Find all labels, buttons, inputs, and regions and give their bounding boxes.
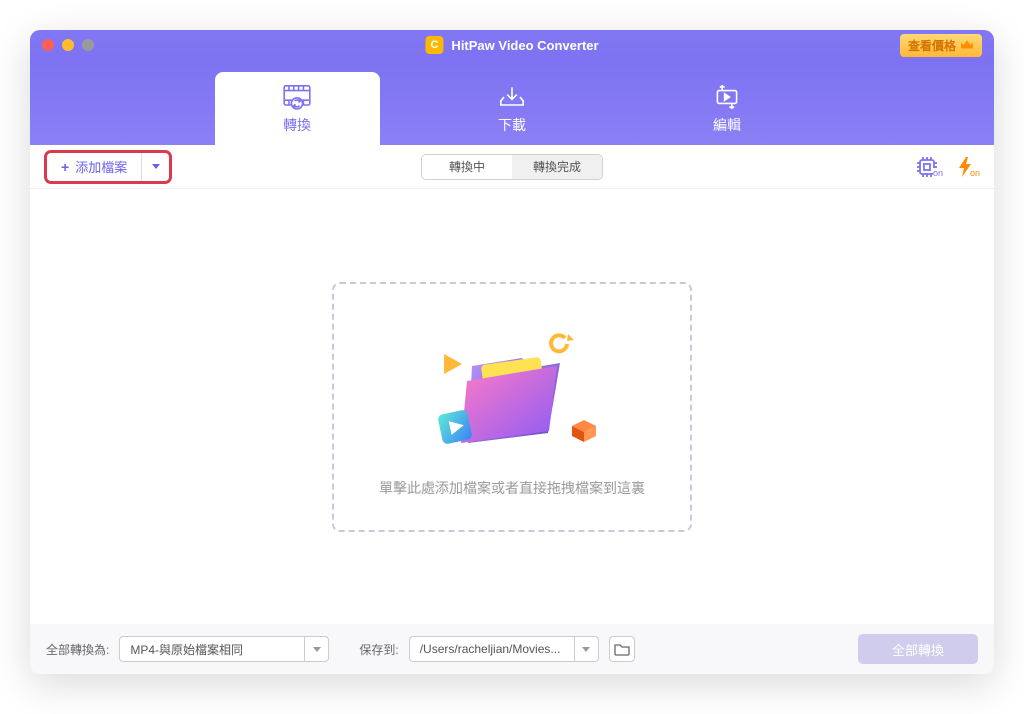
gpu-on-badge: on (933, 168, 943, 178)
format-dropdown-button[interactable] (304, 637, 328, 661)
tab-download-label: 下載 (498, 115, 526, 135)
gpu-toggle[interactable]: on (915, 156, 943, 178)
app-title-group: C HitPaw Video Converter (425, 36, 598, 54)
flash-toggle[interactable]: on (957, 156, 980, 178)
tab-download[interactable]: 下載 (430, 72, 595, 145)
plus-icon: + (61, 159, 69, 175)
drop-zone-text: 單擊此處添加檔案或者直接拖拽檔案到這裏 (379, 478, 645, 498)
add-file-label: 添加檔案 (75, 157, 127, 176)
titlebar: C HitPaw Video Converter 查看價格 (30, 30, 994, 60)
save-path-value: /Users/racheljian/Movies... (410, 642, 574, 656)
tab-edit[interactable]: 編輯 (645, 72, 810, 145)
add-file-group: + 添加檔案 (44, 150, 172, 184)
app-window: C HitPaw Video Converter 查看價格 轉換 (30, 30, 994, 674)
app-title: HitPaw Video Converter (451, 38, 598, 53)
open-folder-button[interactable] (609, 636, 635, 662)
maximize-window-button[interactable] (82, 39, 94, 51)
tab-convert-label: 轉換 (283, 115, 311, 135)
folder-illustration (412, 316, 612, 466)
convert-all-to-label: 全部轉換為: (46, 641, 109, 658)
add-file-dropdown[interactable] (141, 153, 169, 181)
chevron-down-icon (313, 647, 321, 652)
close-window-button[interactable] (42, 39, 54, 51)
view-price-button[interactable]: 查看價格 (900, 34, 982, 57)
footer: 全部轉換為: MP4-與原始檔案相同 保存到: /Users/racheljia… (30, 624, 994, 674)
convert-icon (281, 83, 313, 111)
app-logo-icon: C (425, 36, 443, 54)
seg-completed-button[interactable]: 轉換完成 (512, 155, 602, 179)
toolbar: + 添加檔案 轉換中 轉換完成 (30, 145, 994, 189)
minimize-window-button[interactable] (62, 39, 74, 51)
seg-converting-label: 轉換中 (449, 158, 485, 175)
add-file-button[interactable]: + 添加檔案 (47, 153, 141, 181)
content-area: 單擊此處添加檔案或者直接拖拽檔案到這裏 (30, 189, 994, 624)
save-path-dropdown-button[interactable] (574, 637, 598, 661)
crown-icon (960, 38, 974, 52)
save-path-select[interactable]: /Users/racheljian/Movies... (409, 636, 599, 662)
chevron-down-icon (582, 647, 590, 652)
traffic-lights (42, 39, 94, 51)
tab-convert[interactable]: 轉換 (215, 72, 380, 145)
main-tabs: 轉換 下載 編輯 (30, 60, 994, 145)
status-segmented: 轉換中 轉換完成 (421, 154, 603, 180)
seg-converting-button[interactable]: 轉換中 (422, 155, 512, 179)
chevron-down-icon (152, 164, 160, 169)
format-value: MP4-與原始檔案相同 (120, 641, 304, 658)
save-to-label: 保存到: (359, 641, 398, 658)
download-icon (496, 83, 528, 111)
flash-on-badge: on (970, 168, 980, 178)
toolbar-right: on on (915, 156, 980, 178)
convert-all-label: 全部轉換 (892, 640, 944, 659)
edit-icon (711, 83, 743, 111)
seg-completed-label: 轉換完成 (533, 158, 581, 175)
view-price-label: 查看價格 (908, 37, 956, 54)
folder-icon (614, 642, 630, 656)
convert-all-button[interactable]: 全部轉換 (858, 634, 978, 664)
tab-edit-label: 編輯 (713, 115, 741, 135)
format-select[interactable]: MP4-與原始檔案相同 (119, 636, 329, 662)
drop-zone[interactable]: 單擊此處添加檔案或者直接拖拽檔案到這裏 (332, 282, 692, 532)
